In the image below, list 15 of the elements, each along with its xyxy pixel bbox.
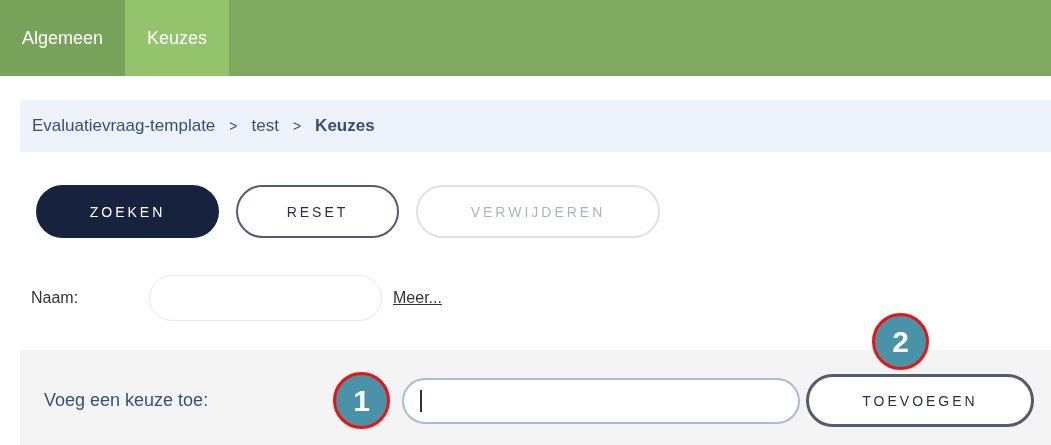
field-label: Voeg een keuze toe: bbox=[44, 390, 210, 411]
breadcrumb-separator: > bbox=[229, 118, 238, 134]
breadcrumb-separator: > bbox=[292, 118, 302, 134]
number-badge: 1 bbox=[333, 372, 390, 429]
field-label: Naam: bbox=[31, 289, 80, 307]
breadcrumb-link[interactable]: Evaluatievraag-template bbox=[32, 116, 216, 136]
search-button[interactable]: ZOEKEN bbox=[36, 185, 219, 238]
action-button[interactable]: RESET bbox=[236, 185, 399, 238]
input-field[interactable] bbox=[402, 377, 800, 424]
breadcrumb-link[interactable]: test bbox=[251, 116, 279, 136]
breadcrumb-link[interactable]: Keuzes bbox=[315, 116, 375, 136]
add-button[interactable]: TOEVOEGEN bbox=[806, 374, 1034, 427]
number-badge: 2 bbox=[872, 313, 929, 370]
text-cursor bbox=[420, 389, 422, 412]
more-link[interactable]: Meer... bbox=[393, 289, 442, 307]
